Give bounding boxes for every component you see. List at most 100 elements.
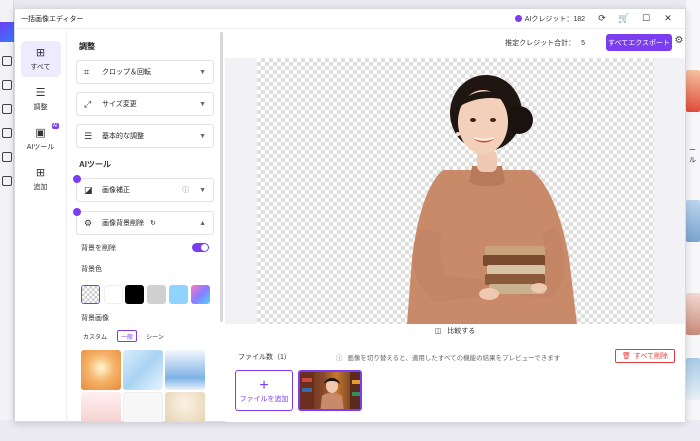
swatch-white[interactable] xyxy=(104,285,123,304)
doc-icon xyxy=(2,104,12,114)
left-nav: ⊞ すべて ☰ 調整 AI ▣ AIツール ⊞ 追加 xyxy=(15,30,67,422)
swatch-transparent[interactable] xyxy=(81,285,100,304)
resize-label: サイズ変更 xyxy=(102,101,137,108)
swatch-gradient[interactable] xyxy=(191,285,210,304)
section-heading-ai: AIツール xyxy=(79,160,111,169)
estimate-credit: 推定クレジット合計： 5 xyxy=(505,38,585,48)
settings-gear-icon[interactable]: ⚙ xyxy=(673,35,685,49)
gallery-tile xyxy=(686,200,700,242)
bg-thumbnail[interactable] xyxy=(81,350,121,390)
bg-remove-icon: ⚙ xyxy=(84,217,93,228)
crop-icon: ⌗ xyxy=(84,66,90,77)
swatch-black[interactable] xyxy=(125,285,144,304)
nav-item-all[interactable]: ⊞ すべて xyxy=(20,41,61,77)
add-file-label: ファイルを追加 xyxy=(239,395,289,403)
remove-bg-toggle[interactable] xyxy=(192,243,209,252)
ai-credit-label: AIクレジット：182 xyxy=(524,15,585,23)
toolbox-icon xyxy=(2,80,12,90)
gallery-tile xyxy=(686,293,700,335)
compare-icon: ◫ xyxy=(434,328,442,335)
preview-hint-text: 画像を切り替えると、適用したすべての機能の結果をプレビューできます xyxy=(347,355,561,362)
add-square-icon: ⊞ xyxy=(35,166,46,179)
tab-scene[interactable]: シーン xyxy=(143,330,167,342)
tab-custom[interactable]: カスタム xyxy=(80,330,110,342)
nav-item-label: すべて xyxy=(30,63,51,71)
bg-thumbnail[interactable] xyxy=(123,392,163,422)
close-icon[interactable]: ✕ xyxy=(657,9,679,29)
app-logo-icon xyxy=(0,22,14,42)
basic-adjust-accordion[interactable]: ☰ 基本的な調整 ▼ xyxy=(76,124,214,148)
cart-icon[interactable]: 🛒 xyxy=(613,9,635,29)
gallery-tile xyxy=(686,70,700,112)
gallery-text: ール xyxy=(689,147,696,164)
export-all-button[interactable]: すべてエクスポート xyxy=(606,34,672,51)
ai-credit-display: AIクレジット：182 xyxy=(514,14,585,24)
bg-thumbnail[interactable] xyxy=(123,350,163,390)
gallery-tile xyxy=(686,358,700,400)
sliders-icon: ☰ xyxy=(84,130,93,141)
compare-button[interactable]: ◫ 比較する xyxy=(225,326,685,336)
title-bar: 一括画像エディター AIクレジット：182 ⟳ 🛒 ☐ ✕ xyxy=(15,9,685,29)
woman-with-books-image xyxy=(407,75,577,324)
ai-dot xyxy=(73,208,81,216)
crop-rotate-accordion[interactable]: ⌗ クロップ＆回転 ▼ xyxy=(76,60,214,84)
canvas-area xyxy=(225,58,685,324)
bg-thumbnail[interactable] xyxy=(165,392,205,422)
bg-image-label: 背景画像 xyxy=(81,315,109,322)
image-icon xyxy=(2,152,12,162)
background-app-footer xyxy=(0,420,700,441)
remove-bg-label: 背景を削除 xyxy=(81,245,116,252)
sliders-icon: ☰ xyxy=(35,86,46,99)
file-count-label: ファイル数（1） xyxy=(238,354,291,361)
nav-item-label: 追加 xyxy=(33,183,48,191)
section-heading-adjust: 調整 xyxy=(79,42,95,51)
chevron-down-icon: ▼ xyxy=(199,68,206,76)
screen-icon xyxy=(2,176,12,186)
nav-item-ai-tools[interactable]: AI ▣ AIツール xyxy=(21,121,61,157)
chevron-down-icon: ▼ xyxy=(199,132,206,140)
shapes-icon xyxy=(2,128,12,138)
crop-label: クロップ＆回転 xyxy=(102,69,151,76)
resize-accordion[interactable]: ⤢ サイズ変更 ▼ xyxy=(76,92,214,116)
swatch-light-blue[interactable] xyxy=(169,285,188,304)
maximize-icon[interactable]: ☐ xyxy=(635,9,657,29)
estimate-value: 5 xyxy=(581,40,585,47)
delete-all-button[interactable]: 🗑 すべて削除 xyxy=(615,349,675,363)
chevron-up-icon: ▲ xyxy=(199,219,206,227)
ai-tool-icon: ▣ xyxy=(35,126,46,139)
info-icon: ⓘ xyxy=(336,355,343,362)
chevron-down-icon: ▼ xyxy=(199,100,206,108)
home-icon xyxy=(2,56,12,66)
background-app-gallery: ール xyxy=(686,0,700,441)
estimate-label: 推定クレジット合計： xyxy=(505,40,576,47)
enhance-label: 画像補正 xyxy=(102,187,130,194)
delete-all-label: すべて削除 xyxy=(633,353,669,360)
batch-image-editor-window: 一括画像エディター AIクレジット：182 ⟳ 🛒 ☐ ✕ ⊞ すべて ☰ 調整… xyxy=(14,8,686,422)
panel-scrollbar[interactable] xyxy=(220,32,223,322)
bg-thumbnail[interactable] xyxy=(81,392,121,422)
bg-color-label: 背景色 xyxy=(81,266,102,273)
enhance-icon: ◪ xyxy=(84,184,93,195)
bg-thumbnail[interactable] xyxy=(165,350,205,390)
tab-general[interactable]: 一般 xyxy=(117,330,137,342)
info-icon[interactable]: ⓘ xyxy=(182,185,189,195)
nav-item-label: AIツール xyxy=(26,143,55,151)
nav-item-adjust[interactable]: ☰ 調整 xyxy=(21,81,61,117)
add-file-button[interactable]: + ファイルを追加 xyxy=(235,370,293,411)
ai-badge: AI xyxy=(51,123,59,129)
file-thumbnail-image xyxy=(300,372,360,409)
background-app-sidebar xyxy=(0,0,14,441)
nav-item-label: 調整 xyxy=(33,103,48,111)
refresh-icon[interactable]: ⟳ xyxy=(591,9,613,29)
tool-panel: 調整 ⌗ クロップ＆回転 ▼ ⤢ サイズ変更 ▼ ☰ 基本的な調整 ▼ AIツー… xyxy=(67,30,225,422)
swatch-gray[interactable] xyxy=(147,285,166,304)
nav-item-add[interactable]: ⊞ 追加 xyxy=(21,161,61,197)
image-enhance-accordion[interactable]: ◪ 画像補正 ⓘ ▼ xyxy=(73,175,214,202)
image-canvas[interactable] xyxy=(257,58,654,324)
preview-hint: ⓘ 画像を切り替えると、適用したすべての機能の結果をプレビューできます xyxy=(336,352,560,362)
preview-area: 推定クレジット合計： 5 すべてエクスポート ⚙ ◫ 比較する ファイル数（1）… xyxy=(225,30,685,422)
file-thumbnail[interactable] xyxy=(298,370,362,411)
window-title: 一括画像エディター xyxy=(21,15,84,23)
bg-remove-accordion[interactable]: ⚙ 画像背景削除 ↻ ▲ xyxy=(73,208,214,235)
plus-icon: + xyxy=(259,376,269,394)
